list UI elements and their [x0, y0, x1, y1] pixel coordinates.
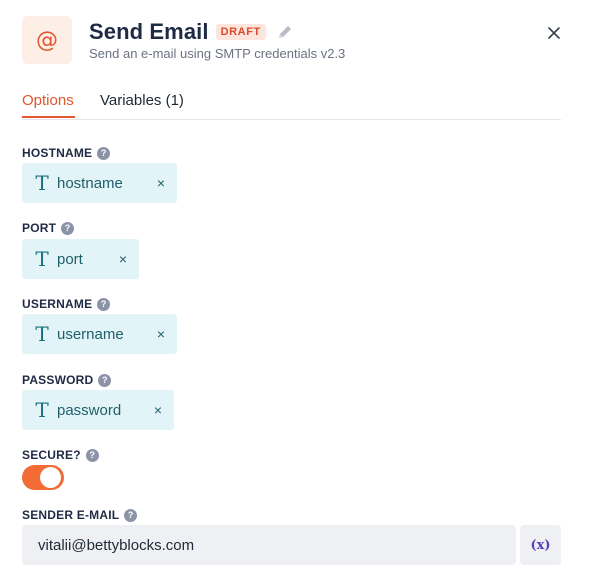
- tab-variables[interactable]: Variables (1): [100, 92, 184, 109]
- secure-label: SECURE? ?: [22, 448, 99, 462]
- page-title: Send Email DRAFT: [89, 19, 294, 45]
- secure-label-text: SECURE?: [22, 448, 81, 462]
- pencil-icon[interactable]: [276, 23, 294, 41]
- chip-label: hostname: [57, 174, 123, 192]
- title-text: Send Email: [89, 19, 209, 44]
- secure-toggle[interactable]: [22, 465, 64, 490]
- remove-icon[interactable]: ×: [157, 175, 165, 191]
- password-label-text: PASSWORD: [22, 373, 94, 387]
- subtitle: Send an e-mail using SMTP credentials v2…: [89, 46, 346, 61]
- tab-options[interactable]: Options: [22, 92, 74, 109]
- password-variable-chip[interactable]: T password ×: [22, 390, 174, 430]
- sender-email-label-text: SENDER E-MAIL: [22, 508, 120, 522]
- help-icon[interactable]: ?: [85, 448, 99, 462]
- chip-label: password: [57, 401, 122, 419]
- help-icon[interactable]: ?: [124, 508, 138, 522]
- hostname-label-text: HOSTNAME: [22, 146, 93, 160]
- remove-icon[interactable]: ×: [154, 402, 162, 418]
- insert-variable-button[interactable]: (x): [520, 525, 561, 565]
- username-variable-chip[interactable]: T username ×: [22, 314, 177, 354]
- sender-email-input[interactable]: vitalii@bettyblocks.com: [22, 525, 516, 565]
- chip-label: username: [57, 325, 124, 343]
- tab-bar: Options Variables (1): [22, 90, 561, 120]
- remove-icon[interactable]: ×: [119, 251, 127, 267]
- text-type-icon: T: [35, 398, 49, 422]
- sender-email-label: SENDER E-MAIL ?: [22, 508, 138, 522]
- status-badge: DRAFT: [215, 24, 266, 40]
- text-type-icon: T: [35, 171, 49, 195]
- remove-icon[interactable]: ×: [157, 326, 165, 342]
- close-icon[interactable]: [544, 23, 564, 43]
- username-label-text: USERNAME: [22, 297, 93, 311]
- help-icon[interactable]: ?: [61, 221, 75, 235]
- port-label: PORT ?: [22, 221, 75, 235]
- help-icon[interactable]: ?: [97, 146, 111, 160]
- text-type-icon: T: [35, 322, 49, 346]
- chip-label: port: [57, 250, 83, 268]
- port-label-text: PORT: [22, 221, 57, 235]
- help-icon[interactable]: ?: [98, 373, 112, 387]
- password-label: PASSWORD ?: [22, 373, 112, 387]
- help-icon[interactable]: ?: [97, 297, 111, 311]
- at-sign-icon: @: [22, 16, 72, 64]
- active-tab-indicator: [22, 116, 75, 118]
- port-variable-chip[interactable]: T port ×: [22, 239, 139, 279]
- toggle-knob: [40, 467, 61, 488]
- hostname-label: HOSTNAME ?: [22, 146, 111, 160]
- at-sign-glyph: @: [36, 27, 58, 53]
- text-type-icon: T: [35, 247, 49, 271]
- username-label: USERNAME ?: [22, 297, 111, 311]
- hostname-variable-chip[interactable]: T hostname ×: [22, 163, 177, 203]
